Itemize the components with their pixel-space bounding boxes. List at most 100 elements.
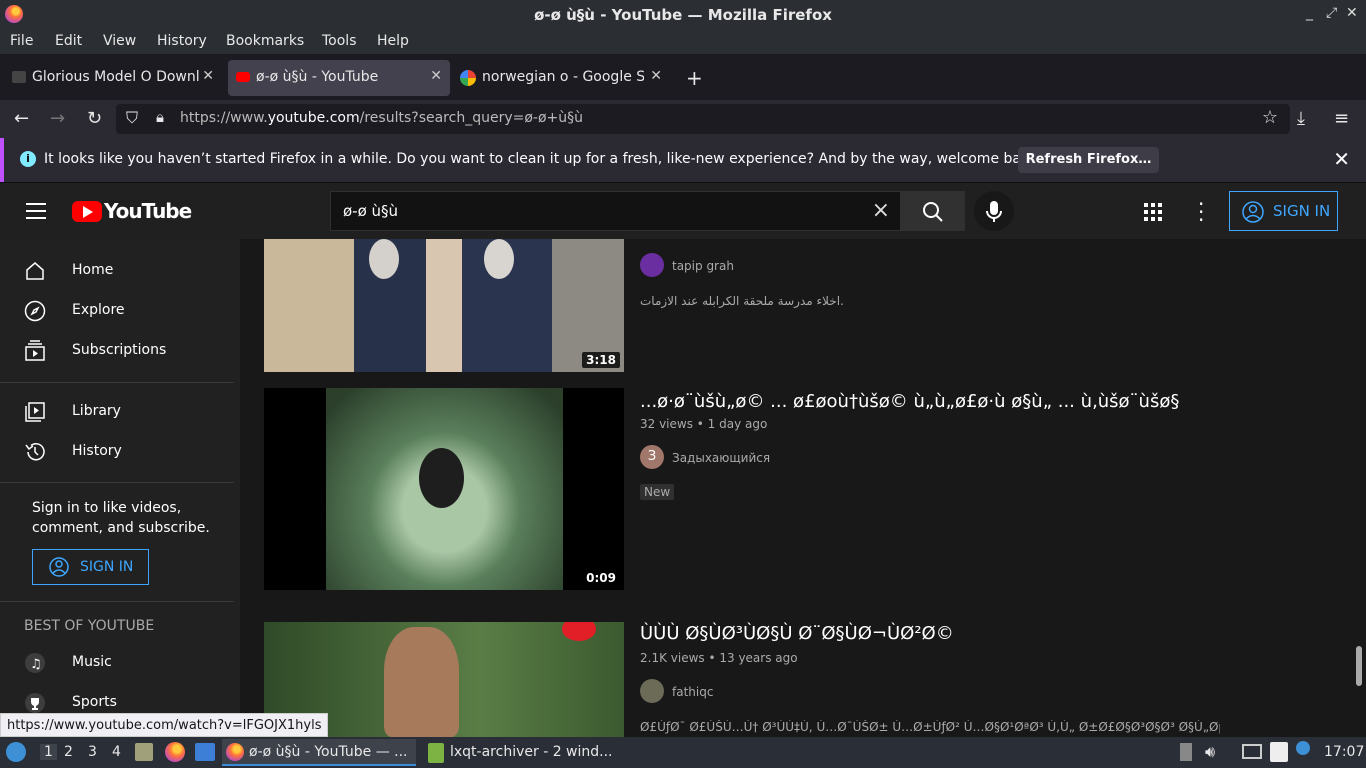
tab-youtube[interactable]: ø-ø ù§ù - YouTube ✕ <box>228 60 450 96</box>
file-manager-icon[interactable] <box>135 743 153 761</box>
subscriptions-icon <box>25 340 45 361</box>
voice-search-button[interactable] <box>974 191 1014 231</box>
new-badge: New <box>640 484 675 500</box>
task-archiver[interactable]: lxqt-archiver - 2 wind... <box>424 739 613 766</box>
tab-google[interactable]: norwegian o - Google Sea ✕ <box>454 60 670 96</box>
header-sign-in-button[interactable]: SIGN IN <box>1229 191 1338 231</box>
hamburger-menu-icon[interactable]: ≡ <box>1334 108 1349 129</box>
maximize-icon[interactable]: ⤢ <box>1326 5 1337 21</box>
menu-edit[interactable]: Edit <box>55 33 82 49</box>
menu-tools[interactable]: Tools <box>322 33 357 49</box>
url-bar[interactable]: ⛉ 🔒︎ https://www.youtube.com/results?sea… <box>116 104 1290 134</box>
apps-grid-icon[interactable] <box>1144 203 1162 221</box>
channel-name[interactable]: Задыхающийся <box>672 451 770 465</box>
refresh-firefox-button[interactable]: Refresh Firefox… <box>1018 147 1159 173</box>
desktop-2[interactable]: 2 <box>64 744 73 760</box>
youtube-favicon-icon <box>236 72 250 82</box>
window-title: ø-ø ù§ù - YouTube — Mozilla Firefox <box>534 6 832 24</box>
clock[interactable]: 17:07 <box>1324 744 1364 760</box>
account-icon <box>49 557 69 577</box>
desktop-4[interactable]: 4 <box>112 744 121 760</box>
video-title[interactable]: ÙÙÙ Ø§ÙØ³ÙØ§Ù Ø¨Ø§ÙØ¬ÙØ²Ø© <box>640 623 954 644</box>
update-notifier-icon[interactable] <box>1296 741 1310 755</box>
tab-close-icon[interactable]: ✕ <box>430 68 442 84</box>
history-icon <box>25 443 45 461</box>
reload-icon[interactable]: ↻ <box>87 108 102 129</box>
firefox-launcher-icon[interactable] <box>165 742 185 762</box>
back-icon[interactable]: ← <box>14 108 29 129</box>
desktop-1[interactable]: 1 <box>40 744 57 760</box>
taskbar: 1 2 3 4 ø-ø ù§ù - YouTube — ... lxqt-arc… <box>0 737 1366 768</box>
video-thumbnail[interactable]: 0:09 <box>264 388 624 590</box>
channel-name[interactable]: fathiqc <box>672 685 713 699</box>
desktop-3[interactable]: 3 <box>88 744 97 760</box>
close-window-icon[interactable]: ✕ <box>1346 5 1358 21</box>
sign-in-label: SIGN IN <box>80 559 134 575</box>
shield-icon[interactable]: ⛉ <box>126 108 138 128</box>
guide-menu-icon[interactable] <box>26 203 46 219</box>
tab-glorious[interactable]: Glorious Model O Downlo ✕ <box>4 60 222 96</box>
volume-icon[interactable]: 🔊︎ <box>1205 742 1215 762</box>
new-tab-icon[interactable]: + <box>686 66 703 90</box>
search-input[interactable]: ø-ø ù§ù <box>343 202 398 220</box>
clipboard-icon[interactable] <box>1270 742 1288 762</box>
video-duration: 0:09 <box>582 570 620 586</box>
minimize-icon[interactable]: _ <box>1306 5 1313 21</box>
sidebar-item-label: Home <box>72 262 114 278</box>
channel-avatar[interactable]: З <box>640 445 664 469</box>
navigation-bar: ← → ↻ ⛉ 🔒︎ https://www.youtube.com/resul… <box>0 100 1366 138</box>
close-notification-icon[interactable]: ✕ <box>1333 147 1350 171</box>
sidebar-sign-in-button[interactable]: SIGN IN <box>32 549 149 585</box>
sidebar-item-subscriptions[interactable]: Subscriptions <box>0 331 240 371</box>
menu-bookmarks[interactable]: Bookmarks <box>226 33 304 49</box>
tab-close-icon[interactable]: ✕ <box>202 68 214 84</box>
network-icon[interactable] <box>1242 744 1262 759</box>
bookmark-star-icon[interactable]: ☆ <box>1262 107 1278 128</box>
tray-device-icon[interactable] <box>1180 743 1192 761</box>
sidebar-item-label: Sports <box>72 694 117 710</box>
video-description: Ø£ÙƒØ¯ Ø£ÙŠÙ…Ù† Ø³ÙÙ‡Ù, Ù…Ø¯ÙŠØ± Ù…Ø±ÙƒØ… <box>640 720 1220 734</box>
video-thumbnail[interactable]: 3:18 <box>264 239 624 372</box>
sidebar-signin-prompt: Sign in to like videos, comment, and sub… <box>32 500 210 536</box>
more-options-icon[interactable]: · · · <box>1198 194 1204 230</box>
sidebar-item-explore[interactable]: Explore <box>0 291 240 331</box>
sidebar-item-home[interactable]: Home <box>0 251 240 291</box>
tab-close-icon[interactable]: ✕ <box>650 68 662 84</box>
channel-name[interactable]: tapip grah <box>672 259 734 273</box>
page-scrollbar[interactable] <box>1356 646 1362 686</box>
show-desktop-icon[interactable] <box>195 743 215 761</box>
search-box[interactable]: ø-ø ù§ù × <box>330 191 901 231</box>
task-firefox[interactable]: ø-ø ù§ù - YouTube — ... <box>222 739 416 766</box>
menu-file[interactable]: File <box>10 33 33 49</box>
youtube-logo-icon[interactable] <box>72 201 102 222</box>
lock-icon[interactable]: 🔒︎ <box>156 108 164 126</box>
svg-text:♫: ♫ <box>30 657 42 672</box>
clear-search-icon[interactable]: × <box>872 198 890 223</box>
tab-label: Glorious Model O Downlo <box>32 69 200 85</box>
url-text[interactable]: https://www.youtube.com/results?search_q… <box>180 110 583 126</box>
sidebar-item-label: History <box>72 443 122 459</box>
menu-help[interactable]: Help <box>377 33 409 49</box>
youtube-sidebar: Home Explore Subscriptions Library Histo… <box>0 239 240 737</box>
archive-icon <box>428 743 444 763</box>
menu-view[interactable]: View <box>103 33 136 49</box>
channel-avatar[interactable] <box>640 253 664 277</box>
sidebar-item-label: Explore <box>72 302 125 318</box>
sidebar-item-music[interactable]: ♫ Music <box>0 643 240 683</box>
download-icon[interactable]: ⤓ <box>1297 108 1305 129</box>
video-title[interactable]: ...ø·ø¨ùšù„ø© ... ø£øoù†ùšø© ù„ù„ø£ø·ù ø… <box>640 391 1179 412</box>
sidebar-divider <box>0 382 234 383</box>
sidebar-item-library[interactable]: Library <box>0 392 240 432</box>
start-menu-icon[interactable] <box>6 742 26 762</box>
youtube-header: YouTube ø-ø ù§ù × · · · SIGN IN <box>0 183 1366 239</box>
sidebar-item-history[interactable]: History <box>0 432 240 472</box>
channel-avatar[interactable] <box>640 679 664 703</box>
menu-history[interactable]: History <box>157 33 207 49</box>
sidebar-item-label: Subscriptions <box>72 342 167 358</box>
youtube-logo-text[interactable]: YouTube <box>104 199 192 223</box>
forward-icon[interactable]: → <box>50 108 65 129</box>
google-favicon-icon <box>460 70 476 86</box>
search-button[interactable] <box>901 191 965 231</box>
url-prefix: https://www. <box>180 110 268 126</box>
compass-icon <box>24 300 46 322</box>
